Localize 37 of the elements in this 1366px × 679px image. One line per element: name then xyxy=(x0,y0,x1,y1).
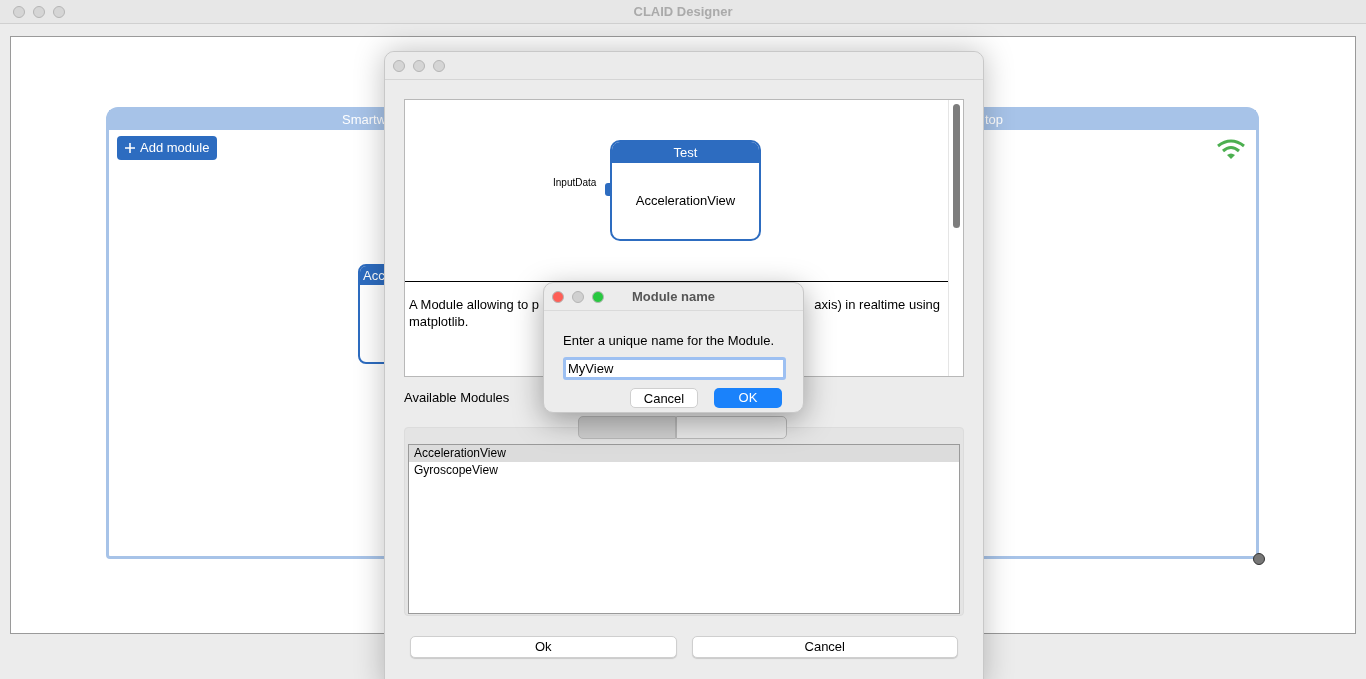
ok-button[interactable]: OK xyxy=(714,387,782,408)
prompt-text: Enter a unique name for the Module. xyxy=(563,332,776,350)
device-title: top xyxy=(984,111,1003,130)
module-node[interactable]: Test AccelerationView xyxy=(610,140,761,241)
tab[interactable] xyxy=(676,415,787,439)
tab[interactable] xyxy=(578,415,676,439)
minimize-icon[interactable] xyxy=(33,5,45,18)
device-title: Smartw xyxy=(342,111,387,130)
cancel-button[interactable]: Cancel xyxy=(630,387,698,408)
scrollbar[interactable] xyxy=(948,100,963,376)
dialog-title: Module name xyxy=(631,287,716,306)
close-icon[interactable] xyxy=(552,290,564,303)
maximize-icon[interactable] xyxy=(433,59,445,72)
maximize-icon[interactable] xyxy=(53,5,65,18)
module-list-item[interactable]: AccelerationView xyxy=(409,444,959,462)
minimize-icon[interactable] xyxy=(413,59,425,72)
window-title: CLAID Designer xyxy=(633,2,733,21)
description-text: matplotlib. xyxy=(409,314,469,329)
cancel-button[interactable]: Cancel xyxy=(691,635,958,658)
minimize-icon[interactable] xyxy=(572,290,584,303)
description-text: A Module allowing to p xyxy=(409,296,540,313)
section-label: Available Modules xyxy=(404,389,510,407)
port-label: InputData xyxy=(553,176,597,190)
close-icon[interactable] xyxy=(393,59,405,72)
resize-handle[interactable] xyxy=(1253,553,1265,565)
description-text: axis) in realtime using xyxy=(814,296,940,313)
ok-button[interactable]: Ok xyxy=(410,635,677,658)
add-module-button[interactable]: Add module xyxy=(117,136,218,160)
maximize-icon[interactable] xyxy=(592,290,604,303)
scrollbar-thumb[interactable] xyxy=(952,104,960,228)
name-field[interactable]: MyView xyxy=(563,356,786,380)
node-title: Acc xyxy=(363,266,385,285)
node-type: AccelerationView xyxy=(635,192,736,211)
plus-icon xyxy=(125,143,135,153)
module-list-item[interactable]: GyroscopeView xyxy=(409,461,959,479)
node-title: Test xyxy=(673,143,698,162)
close-icon[interactable] xyxy=(13,5,25,18)
